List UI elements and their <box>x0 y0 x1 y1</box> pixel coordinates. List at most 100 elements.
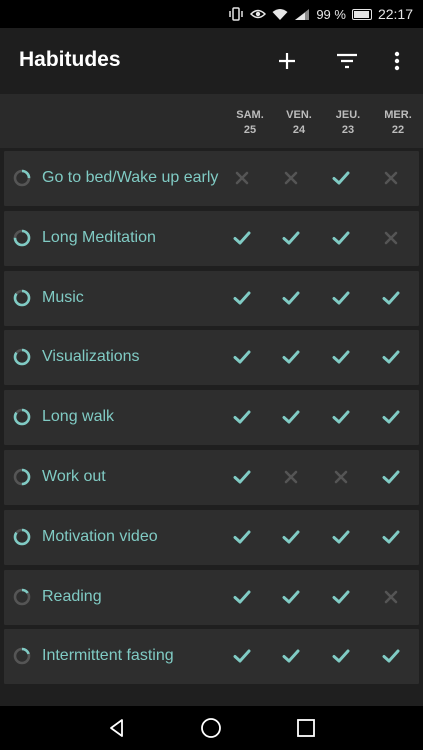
day-date: 23 <box>341 124 355 136</box>
day-name: SAM. <box>236 109 264 121</box>
recents-icon <box>296 719 315 737</box>
check-icon[interactable] <box>330 346 352 368</box>
day-header[interactable]: JEU. 23 <box>328 108 368 138</box>
status-bar: 99 % 22:17 <box>0 0 423 28</box>
check-icon[interactable] <box>380 645 402 667</box>
habit-row[interactable]: Long Meditation <box>4 210 419 266</box>
day-name: JEU. <box>335 109 361 121</box>
day-date: 22 <box>391 124 405 136</box>
check-icon[interactable] <box>330 287 352 309</box>
habit-name: Reading <box>42 587 102 605</box>
cross-icon[interactable] <box>330 466 352 488</box>
habit-score-ring <box>13 169 31 187</box>
check-icon[interactable] <box>231 227 253 249</box>
check-icon[interactable] <box>280 227 302 249</box>
check-icon[interactable] <box>330 645 352 667</box>
day-header-row: SAM. 25 VEN. 24 JEU. 23 MER. 22 <box>0 94 423 148</box>
check-icon[interactable] <box>231 466 253 488</box>
check-icon[interactable] <box>280 406 302 428</box>
check-icon[interactable] <box>280 287 302 309</box>
habit-name: Visualizations <box>42 348 140 366</box>
check-icon[interactable] <box>330 526 352 548</box>
habit-row[interactable]: Work out <box>4 450 419 505</box>
home-icon <box>201 718 222 738</box>
back-button[interactable] <box>102 713 132 743</box>
check-icon[interactable] <box>231 346 253 368</box>
day-date: 25 <box>243 124 257 136</box>
day-date: 24 <box>292 124 306 136</box>
habit-score-ring <box>13 408 31 426</box>
day-header[interactable]: MER. 22 <box>378 108 418 138</box>
check-icon[interactable] <box>380 287 402 309</box>
habit-name: Long Meditation <box>42 228 156 246</box>
habit-row[interactable]: Go to bed/Wake up early <box>4 151 419 206</box>
check-icon[interactable] <box>380 466 402 488</box>
cross-icon[interactable] <box>280 167 302 189</box>
habit-score-ring <box>13 229 31 247</box>
day-header[interactable]: SAM. 25 <box>230 108 270 138</box>
clock: 22:17 <box>377 6 413 22</box>
check-icon[interactable] <box>280 526 302 548</box>
filter-button[interactable] <box>332 46 362 76</box>
check-icon[interactable] <box>380 526 402 548</box>
check-icon[interactable] <box>330 227 352 249</box>
more-options-button[interactable] <box>382 46 412 76</box>
habit-score-ring <box>13 528 31 546</box>
check-icon[interactable] <box>231 406 253 428</box>
habit-name: Go to bed/Wake up early <box>42 169 219 186</box>
check-icon[interactable] <box>280 645 302 667</box>
cross-icon[interactable] <box>380 586 402 608</box>
check-icon[interactable] <box>231 287 253 309</box>
cross-icon[interactable] <box>231 167 253 189</box>
day-header[interactable]: VEN. 24 <box>279 108 319 138</box>
app-bar: Habitudes <box>0 28 423 94</box>
habit-score-ring <box>13 289 31 306</box>
habit-name: Music <box>42 288 84 306</box>
habit-score-ring <box>13 468 31 486</box>
habit-row[interactable]: Long walk <box>4 390 419 446</box>
eye-icon <box>250 7 267 21</box>
cross-icon[interactable] <box>380 167 402 189</box>
check-icon[interactable] <box>380 406 402 428</box>
check-icon[interactable] <box>280 586 302 608</box>
habit-row[interactable]: Motivation video <box>4 509 419 565</box>
page-title: Habitudes <box>19 48 121 71</box>
day-name: VEN. <box>286 109 312 121</box>
habit-row[interactable]: Music <box>4 270 419 326</box>
filter-icon <box>337 53 357 69</box>
check-icon[interactable] <box>280 346 302 368</box>
habit-score-ring <box>13 648 31 665</box>
battery-percent: 99 % <box>316 6 346 22</box>
check-icon[interactable] <box>330 586 352 608</box>
add-habit-button[interactable] <box>272 46 302 76</box>
back-icon <box>110 719 124 737</box>
cross-icon[interactable] <box>380 227 402 249</box>
habit-list: Go to bed/Wake up early Long Meditation Mu… <box>0 148 423 706</box>
home-button[interactable] <box>196 713 226 743</box>
check-icon[interactable] <box>231 526 253 548</box>
signal-icon <box>294 7 310 21</box>
habit-name: Motivation video <box>42 527 158 545</box>
habit-row[interactable]: Intermittent fasting <box>4 629 419 685</box>
recents-button[interactable] <box>291 713 321 743</box>
cross-icon[interactable] <box>280 466 302 488</box>
day-name: MER. <box>384 109 412 121</box>
navigation-bar <box>0 706 423 750</box>
add-icon <box>279 53 295 69</box>
habit-name: Work out <box>42 468 106 485</box>
check-icon[interactable] <box>330 406 352 428</box>
check-icon[interactable] <box>330 167 352 189</box>
vibrate-icon <box>228 7 244 21</box>
habit-name: Intermittent fasting <box>42 647 174 665</box>
check-icon[interactable] <box>231 586 253 608</box>
habit-row[interactable]: Reading <box>4 569 419 625</box>
wifi-icon <box>272 7 288 21</box>
habit-name: Long walk <box>42 408 115 426</box>
battery-icon <box>351 8 372 20</box>
habit-row[interactable]: Visualizations <box>4 330 419 386</box>
more-vert-icon <box>394 51 400 71</box>
habit-score-ring <box>13 588 31 605</box>
habit-score-ring <box>13 349 31 366</box>
check-icon[interactable] <box>231 645 253 667</box>
check-icon[interactable] <box>380 346 402 368</box>
